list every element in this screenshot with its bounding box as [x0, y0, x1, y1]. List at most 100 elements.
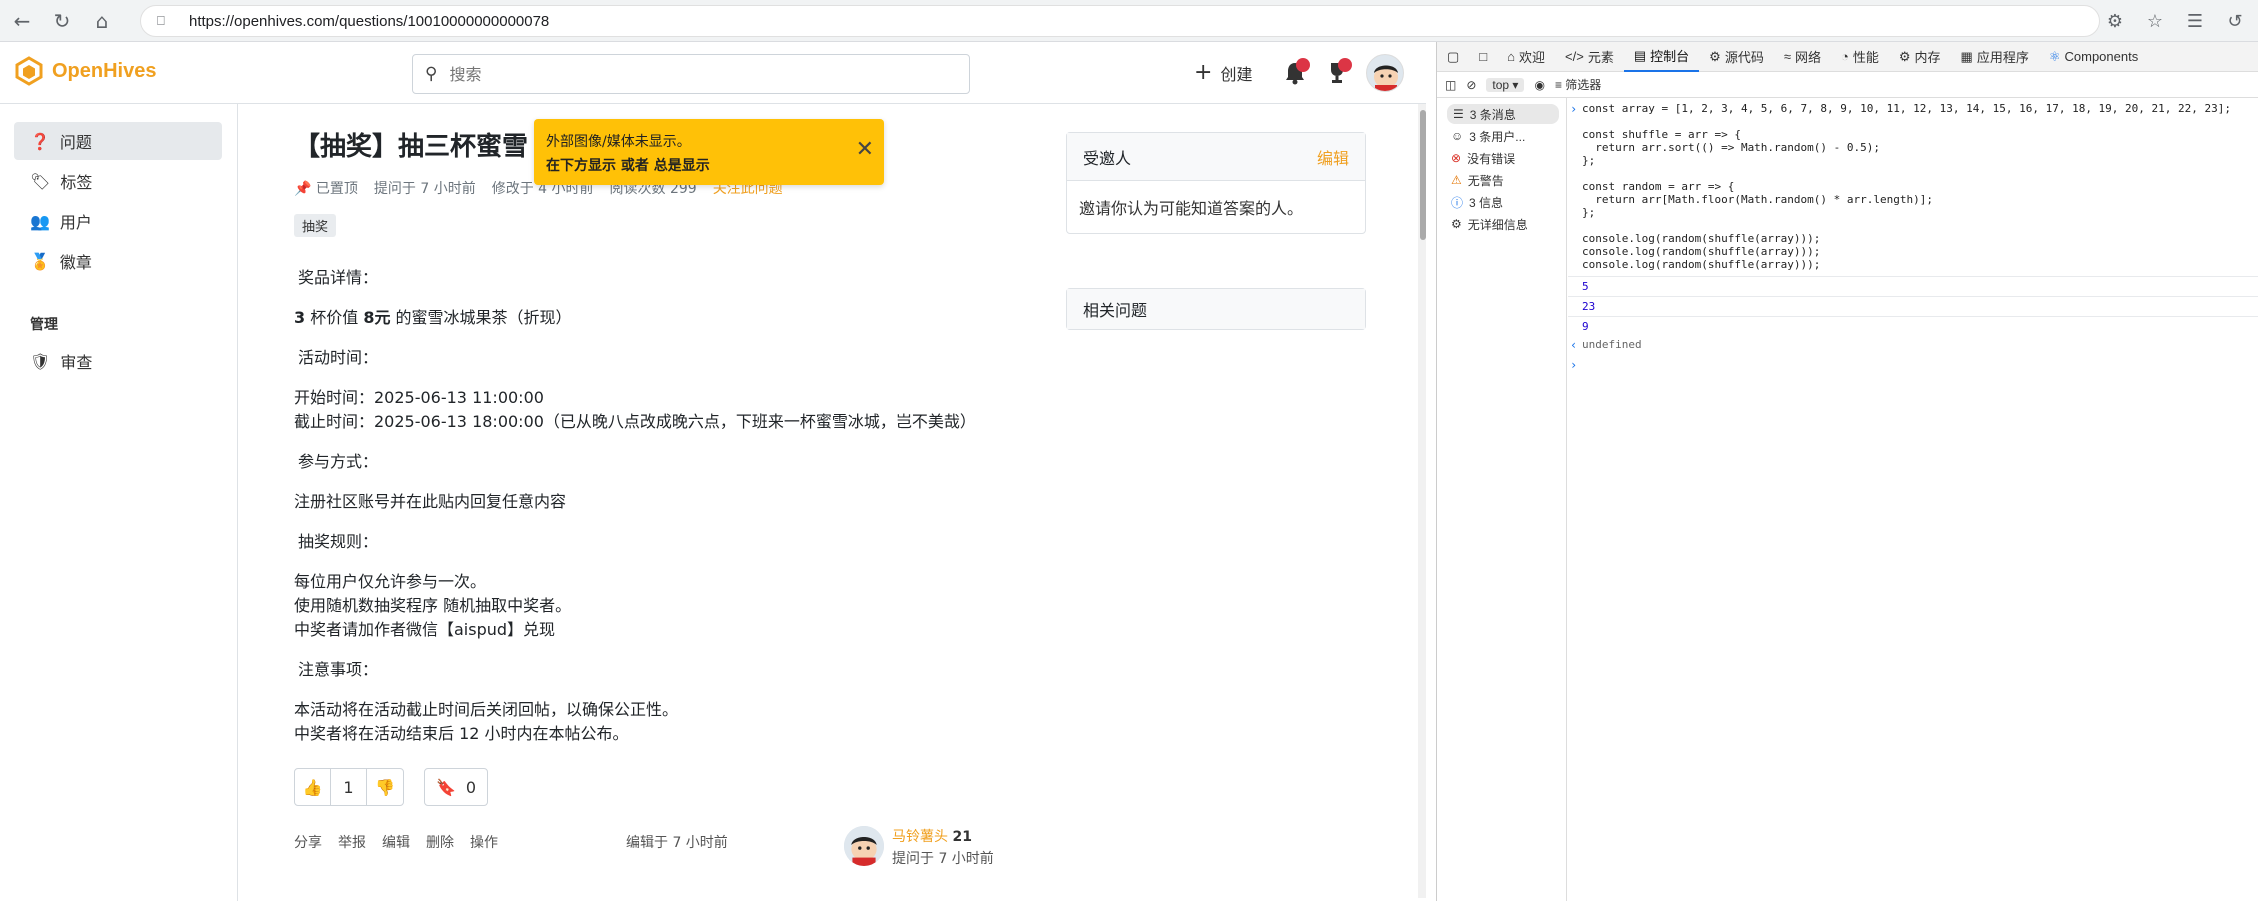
start-time: 开始时间：2025-06-13 11:00:00 — [294, 388, 544, 407]
share-link[interactable]: 分享 — [294, 832, 322, 852]
invitees-body: 邀请你认为可能知道答案的人。 — [1079, 199, 1304, 218]
prize-count: 3 — [294, 308, 306, 327]
close-icon[interactable]: ✕ — [856, 137, 874, 162]
clear-console-icon[interactable]: ⊘ — [1466, 78, 1476, 92]
tab-welcome[interactable]: ⌂ 欢迎 — [1497, 42, 1555, 72]
badge-icon: 🏅 — [30, 251, 50, 271]
report-link[interactable]: 举报 — [338, 832, 366, 852]
sidebar-toggle-icon[interactable]: ◫ — [1445, 78, 1456, 92]
note-heading: 注意事项： — [298, 660, 379, 679]
verbose-filter[interactable]: ⚙ 无详细信息 — [1451, 214, 1528, 234]
address-bar[interactable]: ⎕ https://openhives.com/questions/100100… — [140, 5, 2100, 37]
code-line: }; — [1582, 154, 1596, 167]
edit-link[interactable]: 编辑 — [382, 832, 410, 852]
favorites-icon[interactable]: ☆ — [2142, 8, 2168, 34]
code-line: }; — [1582, 206, 1596, 219]
invitees-title: 受邀人 — [1083, 148, 1132, 168]
search-input[interactable] — [449, 64, 930, 84]
post-actions: 分享 举报 编辑 删除 操作 — [294, 832, 498, 852]
more-actions-link[interactable]: 操作 — [470, 832, 498, 852]
asked-time: 提问于 7 小时前 — [373, 181, 476, 197]
edited-time[interactable]: 编辑于 7 小时前 — [626, 832, 728, 852]
prize-text-b: 的蜜雪冰城果茶（折现） — [390, 308, 572, 327]
app-icon: ▦ — [1960, 48, 1973, 64]
device-toggle-icon[interactable]: ▢ — [1437, 42, 1469, 72]
user-avatar[interactable] — [1366, 54, 1404, 92]
code-line: console.log(random(shuffle(array))); — [1582, 258, 1821, 271]
vote-count: 1 — [331, 769, 367, 805]
logo-text: OpenHives — [52, 59, 157, 82]
home-icon: ⌂ — [1507, 49, 1516, 64]
note-2: 中奖者将在活动结束后 12 小时内在本帖公布。 — [294, 724, 629, 743]
logo[interactable]: OpenHives — [14, 56, 156, 86]
shield-icon: 🛡 — [30, 351, 51, 371]
tab-console[interactable]: ▤ 控制台 — [1623, 42, 1700, 72]
thumbs-up-icon[interactable]: 👍 — [295, 769, 331, 805]
related-card: 相关问题 — [1066, 288, 1366, 330]
tab-sources[interactable]: ⚙ 源代码 — [1699, 42, 1774, 72]
back-icon[interactable]: ← — [4, 3, 40, 39]
page-scroll-thumb[interactable] — [1420, 110, 1426, 240]
prize-heading: 奖品详情： — [298, 268, 379, 287]
notifications-button[interactable] — [1280, 58, 1310, 88]
invitees-card: 受邀人 编辑 邀请你认为可能知道答案的人。 — [1066, 132, 1366, 234]
avatar-image — [1367, 55, 1403, 91]
search-box[interactable]: ⚲ — [412, 54, 970, 94]
sidebar-item-tags[interactable]: 🏷 标签 — [14, 162, 222, 200]
extensions-icon[interactable]: ⚙ — [2102, 8, 2128, 34]
console-input-prompt[interactable]: › — [1570, 358, 1577, 372]
author-name[interactable]: 马铃薯头 — [892, 829, 948, 845]
author-info: 马铃薯头 21 — [892, 826, 972, 846]
messages-filter[interactable]: ☰ 3 条消息 — [1447, 104, 1559, 124]
history-icon[interactable]: ↺ — [2222, 8, 2248, 34]
tab-network[interactable]: ≈ 网络 — [1774, 42, 1831, 72]
users-icon: 👥 — [30, 211, 50, 231]
code-line: const shuffle = arr => { — [1582, 128, 1741, 141]
url-text[interactable]: https://openhives.com/questions/10010000… — [189, 13, 549, 30]
list-icon: ☰ — [1453, 107, 1464, 121]
thumbs-down-icon[interactable]: 👎 — [367, 769, 403, 805]
tab-elements[interactable]: </> 元素 — [1555, 42, 1624, 72]
note-1: 本活动将在活动截止时间后关闭回帖，以确保公正性。 — [294, 700, 679, 719]
console-sidebar: ☰ 3 条消息 ☺ 3 条用户... ⊗ 没有错误 ⚠ 无警告 ⓘ 3 信息 ⚙ 无详细信息 — [1437, 98, 1567, 901]
invitees-edit-link[interactable]: 编辑 — [1317, 145, 1349, 169]
tab-application[interactable]: ▦ 应用程序 — [1951, 42, 2039, 72]
related-title: 相关问题 — [1067, 289, 1365, 329]
lock-icon: ⎕ — [157, 14, 165, 29]
achievements-button[interactable] — [1322, 58, 1352, 88]
inspect-icon[interactable]: □ — [1469, 42, 1497, 72]
bookmark-button[interactable]: 🔖 0 — [424, 768, 488, 806]
sidebar-item-questions[interactable]: ❓ 问题 — [14, 122, 222, 160]
tab-components[interactable]: ⚛ Components — [2039, 42, 2148, 72]
reload-icon[interactable]: ↻ — [44, 3, 80, 39]
devtools-tabs: ▢ □ ⌂ 欢迎 </> 元素 ▤ 控制台 ⚙ 源代码 ≈ 网络 ◔ 性能 ⚙ 内存 ▦ 应用程… — [1437, 42, 2258, 72]
collections-icon[interactable]: ☰ — [2182, 8, 2208, 34]
context-select[interactable]: top ▾ — [1486, 77, 1525, 92]
code-line: console.log(random(shuffle(array))); — [1582, 245, 1821, 258]
prize-detail: 3 杯价值 8元 的蜜雪冰城果茶（折现） — [294, 304, 572, 328]
pin-icon: 📌 — [294, 181, 312, 197]
tag-chip[interactable]: 抽奖 — [294, 214, 337, 237]
create-button[interactable]: + 创建 — [1194, 60, 1252, 85]
notification-dot — [1296, 58, 1310, 72]
hive-logo-icon — [15, 56, 43, 86]
sidebar-item-badges[interactable]: 🏅 徽章 — [14, 242, 222, 280]
sidebar-item-review[interactable]: 🛡 审查 — [14, 342, 222, 380]
user-messages-filter[interactable]: ☺ 3 条用户... — [1451, 126, 1525, 146]
sidebar-item-users[interactable]: 👥 用户 — [14, 202, 222, 240]
tab-performance[interactable]: ◔ 性能 — [1831, 42, 1889, 72]
errors-filter[interactable]: ⊗ 没有错误 — [1451, 148, 1515, 168]
author-avatar[interactable] — [844, 826, 884, 866]
question-title[interactable]: 【抽奖】抽三杯蜜雪 — [294, 126, 528, 163]
toast-message: 外部图像/媒体未显示。 — [546, 134, 691, 150]
warnings-filter[interactable]: ⚠ 无警告 — [1451, 170, 1504, 190]
eye-icon[interactable]: ◉ — [1534, 78, 1544, 92]
tab-memory[interactable]: ⚙ 内存 — [1889, 42, 1951, 72]
info-filter[interactable]: ⓘ 3 信息 — [1451, 192, 1503, 212]
delete-link[interactable]: 删除 — [426, 832, 454, 852]
code-line: console.log(random(shuffle(array))); — [1582, 232, 1821, 245]
toast-actions[interactable]: 在下方显示 或者 总是显示 — [546, 155, 710, 175]
prize-text-a: 杯价值 — [305, 308, 364, 327]
home-icon[interactable]: ⌂ — [84, 3, 120, 39]
filter-field[interactable]: ≡ 筛选器 — [1555, 76, 1601, 93]
